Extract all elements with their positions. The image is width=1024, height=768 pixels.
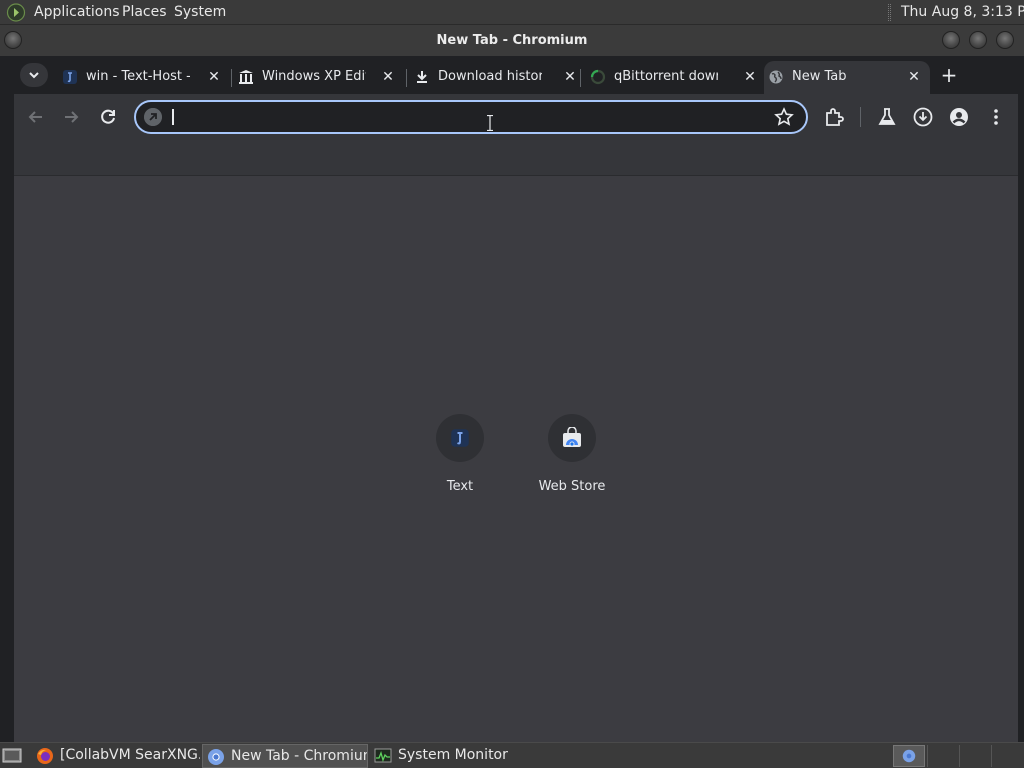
shortcut-text[interactable]: Text	[410, 412, 510, 502]
tab-label: win - Text-Host -	[86, 69, 190, 84]
bookmarks-bar	[14, 140, 1018, 176]
taskbar-item-label: New Tab - Chromium	[231, 748, 368, 764]
taskbar-item-system-monitor[interactable]: System Monitor	[370, 744, 540, 768]
text-host-icon	[63, 70, 77, 84]
close-window-button[interactable]	[996, 31, 1014, 49]
window-title: New Tab - Chromium	[436, 33, 588, 48]
top-panel: Applications Places System Thu Aug 8, 3:…	[0, 0, 1024, 25]
workspace-switcher-2[interactable]	[927, 745, 957, 767]
globe-icon	[769, 70, 783, 84]
system-menu[interactable]: System	[174, 4, 226, 20]
web-store-icon	[563, 427, 581, 447]
shortcut-label: Text	[446, 479, 474, 494]
tab-close-icon[interactable]: ✕	[740, 67, 760, 87]
workspace-switcher-4[interactable]	[991, 745, 1021, 767]
shortcut-label: Web Store	[538, 479, 606, 494]
tab-separator	[231, 69, 232, 87]
tab-separator	[406, 69, 407, 87]
system-monitor-icon	[374, 748, 392, 763]
workspace-switcher-3[interactable]	[959, 745, 989, 767]
back-arrow-icon[interactable]	[24, 105, 48, 129]
show-desktop-icon[interactable]	[2, 747, 22, 765]
forward-arrow-icon[interactable]	[59, 105, 83, 129]
firefox-icon	[37, 748, 53, 764]
reload-icon[interactable]	[96, 105, 120, 129]
shortcut-tile	[548, 414, 596, 462]
download-icon	[417, 71, 427, 83]
applications-menu[interactable]: Applications	[34, 4, 120, 20]
panel-clock[interactable]: Thu Aug 8, 3:13 PM	[901, 4, 1024, 20]
loading-spinner-icon	[590, 69, 606, 85]
workspace-switcher-1[interactable]	[893, 745, 925, 767]
taskbar-item-chromium[interactable]: New Tab - Chromium	[202, 744, 368, 768]
toolbar-divider	[860, 107, 861, 127]
browser-window: New Tab - Chromium win - Text-Host - ✕ W…	[0, 25, 1024, 742]
maximize-button[interactable]	[969, 31, 987, 49]
tab-strip: win - Text-Host - ✕ Windows XP Editio ✕ …	[14, 56, 1018, 94]
text-cursor-icon	[487, 115, 493, 131]
omnibox-input[interactable]	[170, 107, 760, 127]
tab-label: qBittorrent downl	[614, 69, 718, 84]
tab-separator	[580, 69, 581, 87]
tab-close-icon[interactable]: ✕	[378, 67, 398, 87]
kebab-menu-icon[interactable]	[984, 105, 1008, 129]
download-circle-icon[interactable]	[911, 105, 935, 129]
text-host-icon	[451, 429, 469, 447]
flask-icon[interactable]	[875, 105, 899, 129]
profile-avatar-icon[interactable]	[947, 105, 971, 129]
tab-label: New Tab	[792, 69, 847, 84]
tab-label: Download history	[438, 69, 542, 84]
new-tab-button[interactable]: +	[938, 65, 960, 87]
tab-close-icon[interactable]: ✕	[904, 67, 924, 87]
tab-download-history[interactable]: Download history ✕	[410, 61, 586, 94]
tab-windows-xp[interactable]: Windows XP Editio ✕	[234, 61, 404, 94]
tab-text-host[interactable]: win - Text-Host - ✕	[58, 61, 230, 94]
chevron-down-icon	[29, 72, 39, 79]
new-tab-page: Text Web Store	[14, 176, 1018, 742]
address-bar[interactable]	[134, 100, 808, 134]
shortcut-web-store[interactable]: Web Store	[522, 412, 622, 502]
star-icon[interactable]	[774, 107, 794, 127]
tab-qbittorrent[interactable]: qBittorrent downl ✕	[586, 61, 766, 94]
minimize-button[interactable]	[942, 31, 960, 49]
chromium-icon	[208, 749, 224, 765]
window-titlebar[interactable]: New Tab - Chromium	[0, 25, 1024, 56]
browser-toolbar	[14, 94, 1018, 140]
taskbar-item-label: System Monitor	[398, 747, 508, 763]
tab-close-icon[interactable]: ✕	[204, 67, 224, 87]
chromium-icon	[902, 749, 916, 763]
search-engine-icon	[144, 108, 162, 126]
tab-new-tab[interactable]: New Tab ✕	[764, 61, 930, 94]
archive-building-icon	[239, 70, 253, 84]
tab-label: Windows XP Editio	[262, 69, 366, 84]
taskbar-item-label: [CollabVM SearXNG...	[60, 747, 200, 763]
panel-separator	[888, 4, 891, 21]
tab-close-icon[interactable]: ✕	[560, 67, 580, 87]
taskbar-item-firefox[interactable]: [CollabVM SearXNG...	[32, 744, 200, 768]
tab-search-button[interactable]	[20, 63, 48, 87]
shortcut-tile	[436, 414, 484, 462]
gnome-foot-icon[interactable]	[6, 3, 26, 22]
puzzle-piece-icon[interactable]	[822, 105, 846, 129]
bottom-taskbar: [CollabVM SearXNG... New Tab - Chromium …	[0, 742, 1024, 768]
places-menu[interactable]: Places	[122, 4, 167, 20]
